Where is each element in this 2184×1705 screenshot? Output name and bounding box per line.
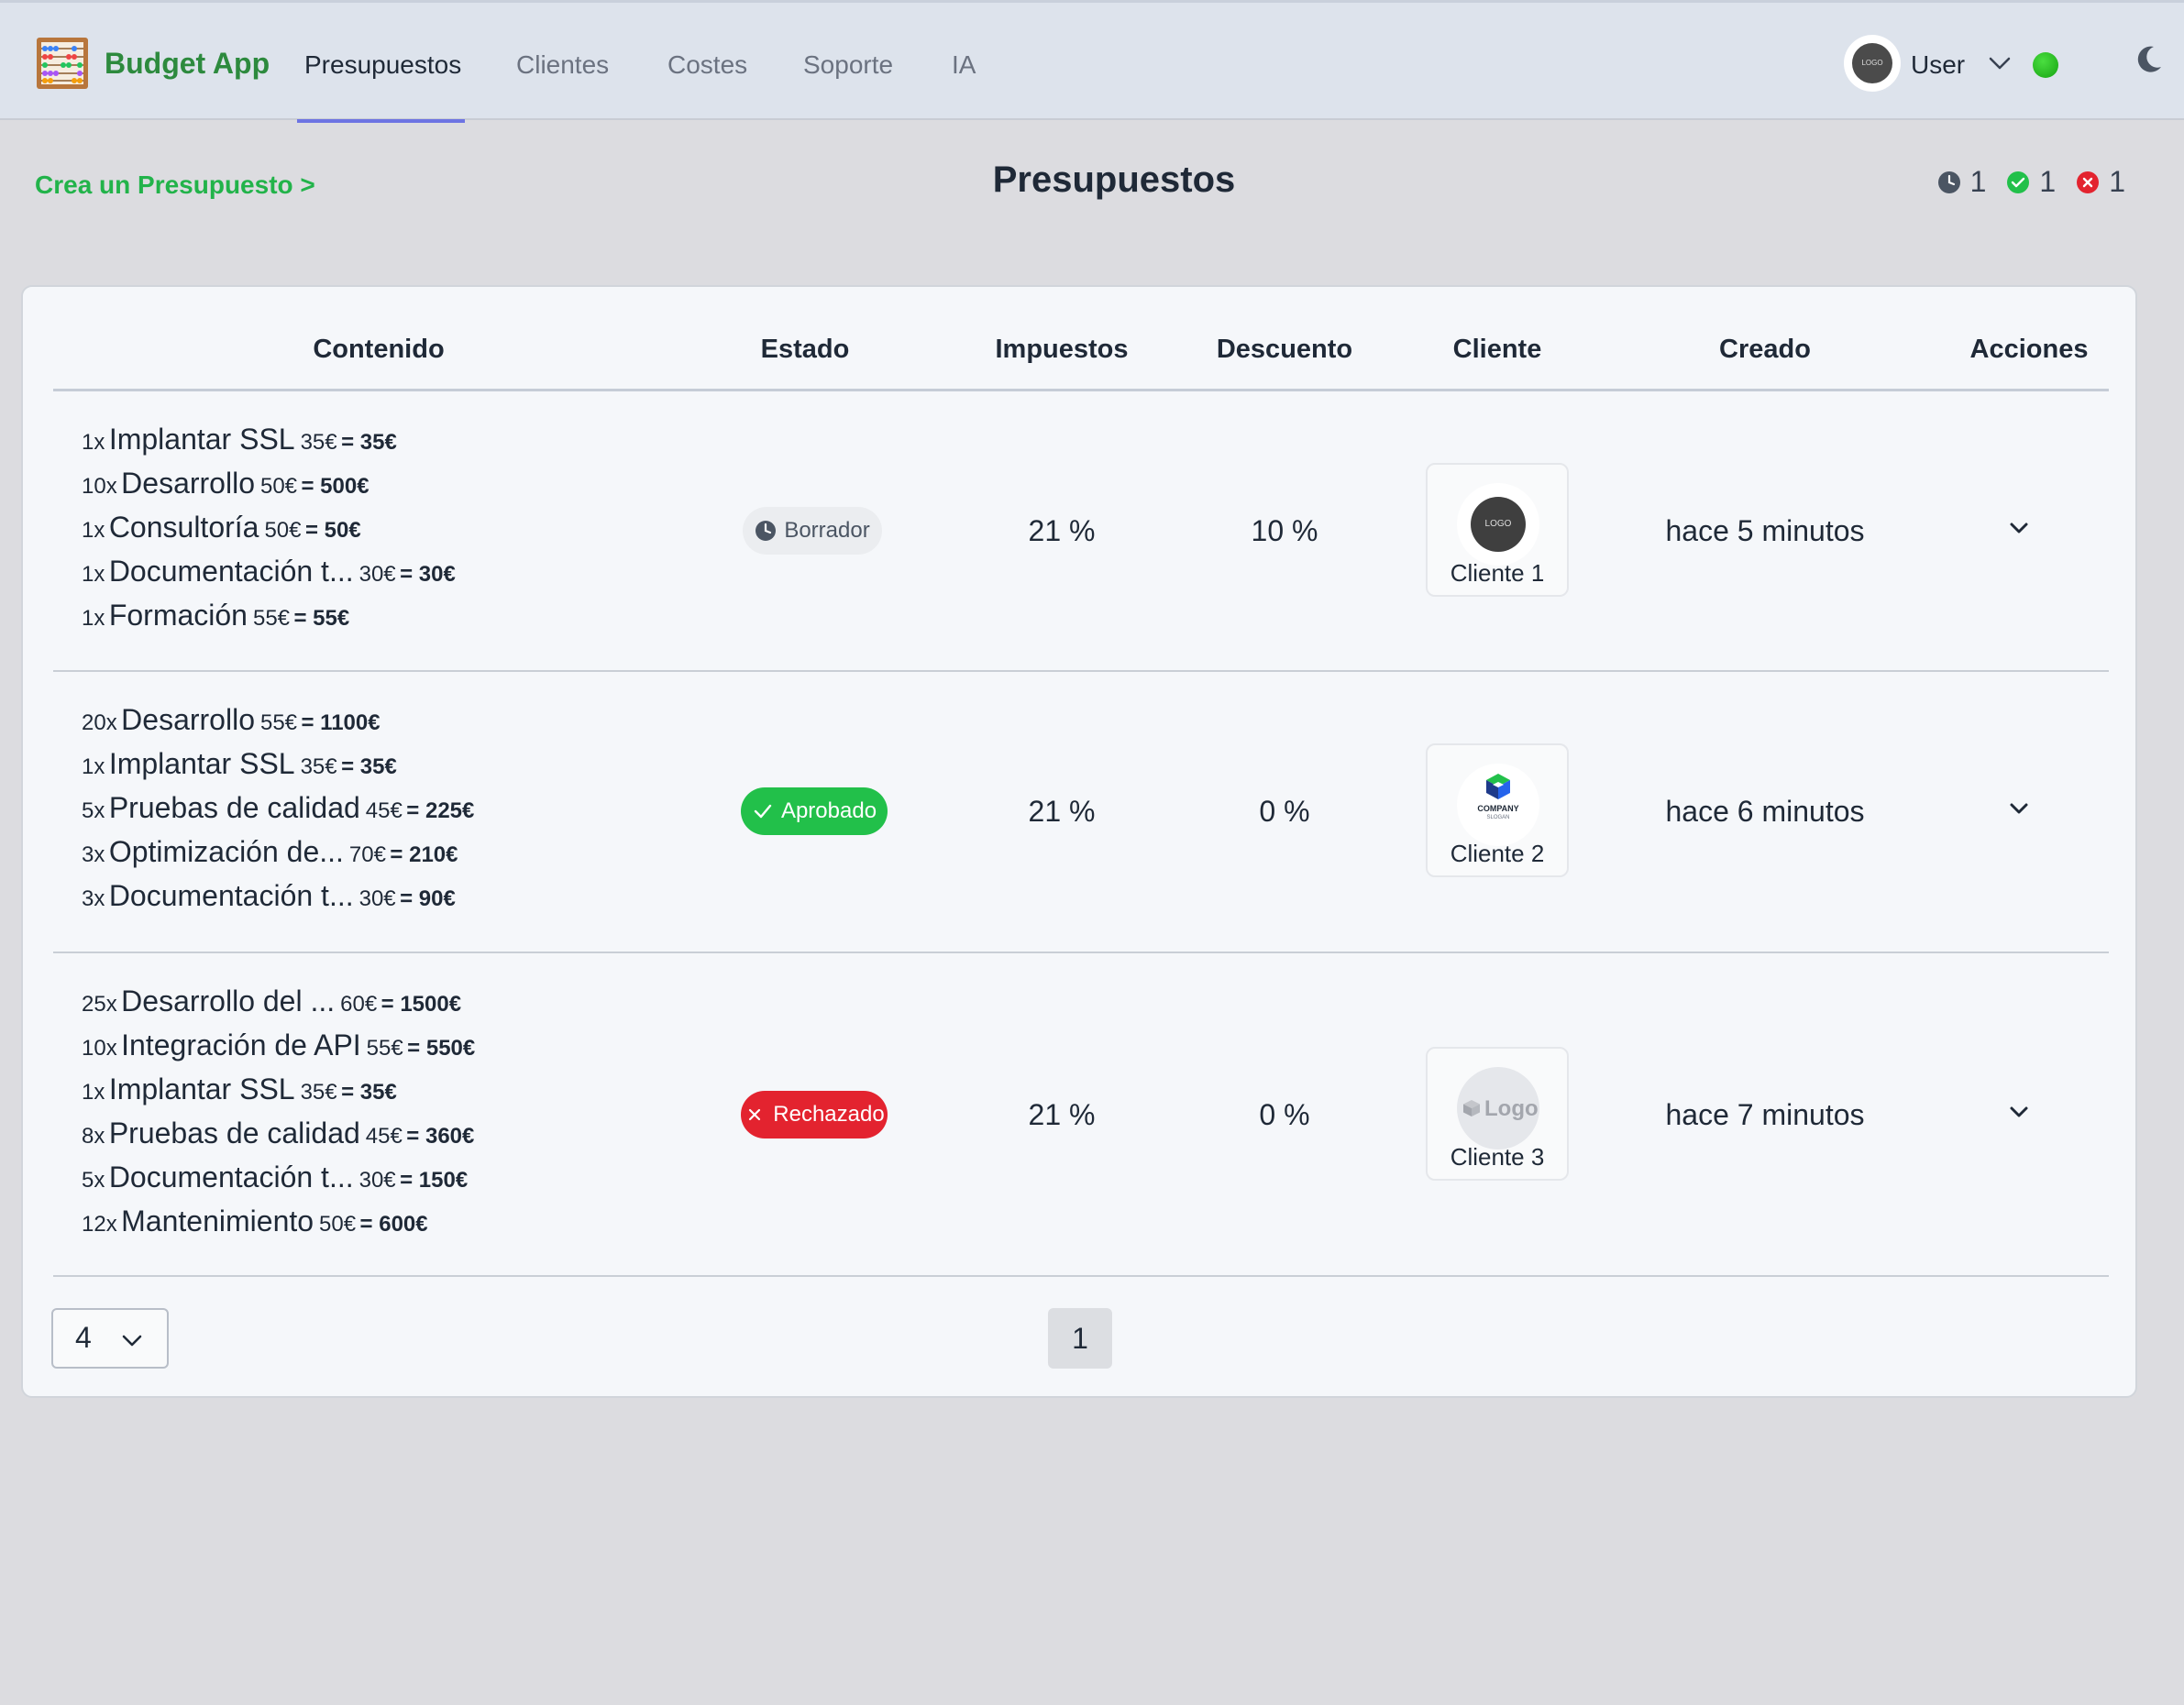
taxes-value: 21 % (1028, 514, 1096, 547)
approved-count: 1 (2039, 165, 2057, 198)
column-header-status: Estado (760, 335, 850, 364)
client-name: Cliente 3 (1450, 1143, 1545, 1171)
budget-item: 1x Consultoría 50€ = 50€ (82, 511, 361, 544)
client-logo: COMPANY SLOGAN (1457, 764, 1539, 846)
tab-ia[interactable]: IA (952, 50, 976, 80)
page-size-select[interactable]: 4 (51, 1308, 169, 1369)
online-status-icon (2033, 52, 2058, 78)
created-time: hace 6 minutos (1665, 795, 1865, 828)
column-header-taxes: Impuestos (995, 335, 1129, 364)
draft-counter: 1 (1937, 165, 1987, 199)
page-title: Presupuestos (992, 160, 1236, 200)
status-badge: Borrador (743, 507, 882, 555)
top-navbar: Budget App Presupuestos Clientes Costes … (0, 0, 2184, 123)
tab-clientes[interactable]: Clientes (516, 50, 609, 80)
discount-value: 10 % (1251, 514, 1318, 547)
status-badge: Aprobado (741, 787, 888, 835)
column-header-actions: Acciones (1969, 335, 2089, 364)
client-card[interactable]: Logo Cliente 3 (1426, 1047, 1569, 1181)
moon-icon[interactable] (2132, 43, 2165, 76)
budget-item: 8x Pruebas de calidad 45€ = 360€ (82, 1116, 475, 1150)
budget-items-list: 20x Desarrollo 55€ = 1100€ 1x Implantar S… (82, 698, 474, 918)
box-icon (1463, 1100, 1480, 1116)
budget-item: 1x Implantar SSL 35€ = 35€ (82, 747, 397, 780)
check-icon (754, 804, 772, 819)
column-header-discount: Descuento (1216, 335, 1353, 364)
column-header-created: Creado (1719, 335, 1811, 364)
close-icon (749, 1108, 761, 1121)
tab-soporte[interactable]: Soporte (803, 50, 893, 80)
budget-item: 3x Documentación t... 30€ = 90€ (82, 879, 456, 912)
client-name: Cliente 2 (1450, 840, 1545, 867)
tab-presupuestos[interactable]: Presupuestos (304, 50, 461, 80)
chevron-down-icon[interactable] (1988, 54, 2012, 72)
table-row[interactable]: 1x Implantar SSL 35€ = 35€ 10x Desarrollo… (53, 391, 2109, 672)
page-size-value: 4 (75, 1321, 92, 1354)
taxes-value: 21 % (1028, 795, 1096, 828)
budget-items-list: 25x Desarrollo del ... 60€ = 1500€ 10x In… (82, 979, 475, 1243)
budget-items-list: 1x Implantar SSL 35€ = 35€ 10x Desarrollo… (82, 417, 456, 637)
app-name: Budget App (105, 46, 270, 80)
column-header-client: Cliente (1452, 335, 1542, 364)
status-label: Borrador (784, 518, 870, 543)
created-time: hace 5 minutos (1665, 514, 1865, 547)
expand-chevron-icon[interactable] (2008, 800, 2030, 817)
budget-item: 25x Desarrollo del ... 60€ = 1500€ (82, 984, 462, 1018)
budget-item: 12x Mantenimiento 50€ = 600€ (82, 1204, 428, 1238)
client-name: Cliente 1 (1450, 559, 1545, 587)
table-row[interactable]: 25x Desarrollo del ... 60€ = 1500€ 10x In… (53, 953, 2109, 1277)
active-tab-indicator (297, 119, 465, 123)
avatar[interactable]: LOGO (1844, 35, 1901, 92)
status-counters: 1 1 1 (1917, 165, 2125, 199)
budget-item: 1x Formación 55€ = 55€ (82, 599, 350, 632)
budget-item: 20x Desarrollo 55€ = 1100€ (82, 703, 381, 736)
taxes-value: 21 % (1028, 1098, 1096, 1131)
rejected-counter: 1 (2076, 165, 2125, 199)
budget-item: 1x Implantar SSL 35€ = 35€ (82, 1072, 397, 1106)
client-card[interactable]: LOGO Cliente 1 (1426, 463, 1569, 597)
cube-logo-icon (1486, 774, 1510, 799)
check-circle-icon (2007, 170, 2030, 193)
status-label: Aprobado (780, 798, 877, 823)
chevron-down-icon (122, 1335, 142, 1347)
budget-item: 1x Implantar SSL 35€ = 35€ (82, 423, 397, 456)
budgets-table-card: Contenido Estado Impuestos Descuento Cli… (21, 285, 2137, 1398)
approved-counter: 1 (2006, 165, 2056, 199)
budget-item: 10x Desarrollo 50€ = 500€ (82, 467, 370, 500)
page-button-current[interactable]: 1 (1048, 1308, 1112, 1369)
budget-item: 1x Documentación t... 30€ = 30€ (82, 555, 456, 588)
column-header-content: Contenido (313, 335, 445, 364)
status-label: Rechazado (773, 1102, 885, 1127)
clock-icon (756, 521, 777, 541)
rejected-count: 1 (2109, 165, 2125, 198)
tab-costes[interactable]: Costes (667, 50, 747, 80)
client-logo: LOGO (1457, 483, 1539, 566)
client-logo: Logo (1457, 1067, 1539, 1150)
client-card[interactable]: COMPANY SLOGAN Cliente 2 (1426, 743, 1569, 877)
abacus-icon (37, 38, 88, 89)
discount-value: 0 % (1259, 795, 1310, 828)
draft-count: 1 (1969, 165, 1987, 198)
expand-chevron-icon[interactable] (2008, 1104, 2030, 1120)
created-time: hace 7 minutos (1665, 1098, 1865, 1131)
budget-item: 5x Documentación t... 30€ = 150€ (82, 1160, 469, 1194)
clock-icon (1937, 170, 1960, 193)
avatar-logo: LOGO (1852, 43, 1892, 83)
expand-chevron-icon[interactable] (2008, 520, 2030, 536)
budget-item: 10x Integración de API 55€ = 550€ (82, 1028, 476, 1062)
table-row[interactable]: 20x Desarrollo 55€ = 1100€ 1x Implantar S… (53, 672, 2109, 953)
budget-item: 5x Pruebas de calidad 45€ = 225€ (82, 791, 475, 824)
user-name[interactable]: User (1911, 50, 1965, 80)
status-badge: Rechazado (741, 1091, 888, 1138)
budget-item: 3x Optimización de... 70€ = 210€ (82, 835, 458, 868)
brand[interactable]: Budget App (35, 36, 270, 91)
x-circle-icon (2077, 170, 2100, 193)
discount-value: 0 % (1259, 1098, 1310, 1131)
